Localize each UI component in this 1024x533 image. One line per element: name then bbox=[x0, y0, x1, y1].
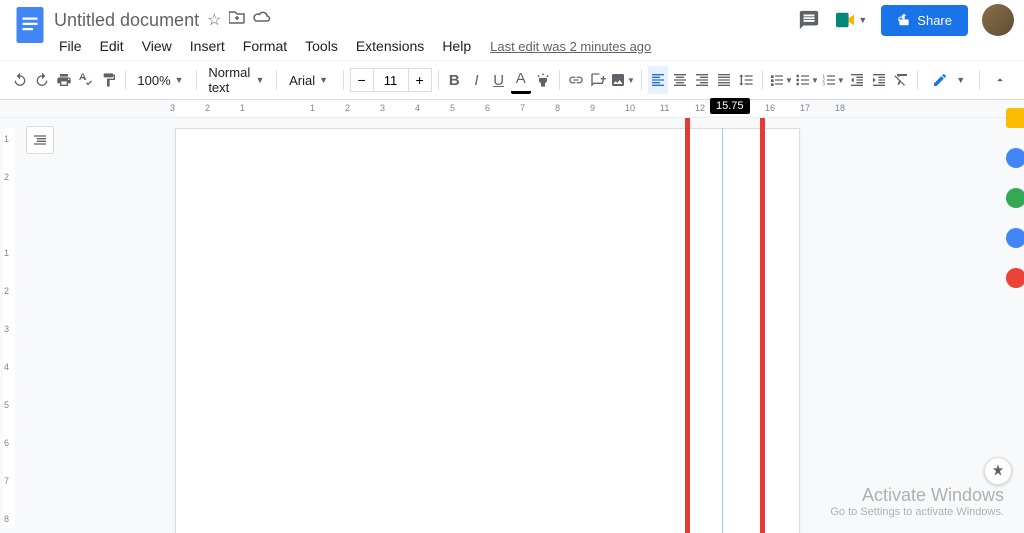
share-label: Share bbox=[917, 13, 952, 28]
meet-button[interactable]: ▼ bbox=[834, 11, 867, 29]
underline-icon[interactable]: U bbox=[489, 66, 509, 94]
margin-drag-line[interactable] bbox=[722, 128, 723, 533]
document-title[interactable]: Untitled document bbox=[54, 10, 199, 31]
align-justify-icon[interactable] bbox=[714, 66, 734, 94]
tasks-icon[interactable] bbox=[1006, 188, 1024, 208]
line-spacing-icon[interactable] bbox=[736, 66, 756, 94]
move-icon[interactable] bbox=[229, 10, 245, 30]
indent-increase-icon[interactable] bbox=[869, 66, 889, 94]
last-edit-link[interactable]: Last edit was 2 minutes ago bbox=[490, 39, 651, 54]
menu-help[interactable]: Help bbox=[435, 36, 478, 56]
menu-view[interactable]: View bbox=[135, 36, 179, 56]
keep-icon[interactable] bbox=[1006, 148, 1024, 168]
comment-add-icon[interactable] bbox=[588, 66, 608, 94]
vertical-ruler[interactable]: 1 2 1 2 3 4 5 6 7 8 bbox=[0, 118, 18, 533]
menu-tools[interactable]: Tools bbox=[298, 36, 345, 56]
undo-icon[interactable] bbox=[10, 66, 30, 94]
font-size-stepper[interactable]: − 11 + bbox=[350, 68, 432, 92]
docs-logo[interactable] bbox=[10, 5, 50, 45]
bold-icon[interactable]: B bbox=[444, 66, 464, 94]
image-icon[interactable]: ▼ bbox=[610, 66, 635, 94]
menu-extensions[interactable]: Extensions bbox=[349, 36, 431, 56]
indent-decrease-icon[interactable] bbox=[847, 66, 867, 94]
star-icon[interactable]: ☆ bbox=[207, 10, 221, 30]
avatar[interactable] bbox=[982, 4, 1014, 36]
zoom-select[interactable]: 100%▼ bbox=[131, 66, 189, 94]
contacts-icon[interactable] bbox=[1006, 228, 1024, 248]
explore-button[interactable] bbox=[984, 457, 1012, 485]
font-size-value[interactable]: 11 bbox=[374, 68, 408, 92]
side-panel bbox=[1008, 98, 1024, 498]
windows-watermark: Activate Windows Go to Settings to activ… bbox=[830, 485, 1004, 518]
paint-format-icon[interactable] bbox=[99, 66, 119, 94]
align-right-icon[interactable] bbox=[692, 66, 712, 94]
link-icon[interactable] bbox=[566, 66, 586, 94]
align-left-icon[interactable] bbox=[648, 66, 668, 94]
document-page[interactable] bbox=[175, 128, 800, 533]
svg-text:3: 3 bbox=[822, 81, 825, 86]
menu-insert[interactable]: Insert bbox=[183, 36, 232, 56]
horizontal-ruler[interactable]: 15.75 3 2 1 1 2 3 4 5 6 7 8 9 10 11 12 1… bbox=[0, 100, 1024, 118]
clear-format-icon[interactable] bbox=[891, 66, 911, 94]
share-button[interactable]: Share bbox=[881, 5, 968, 36]
collapse-icon[interactable] bbox=[986, 66, 1014, 94]
italic-icon[interactable]: I bbox=[466, 66, 486, 94]
text-color-icon[interactable]: A bbox=[511, 66, 531, 94]
font-size-plus[interactable]: + bbox=[408, 68, 432, 92]
outline-toggle-button[interactable] bbox=[26, 126, 54, 154]
checklist-icon[interactable]: ▼ bbox=[769, 66, 793, 94]
numbered-list-icon[interactable]: 123▼ bbox=[821, 66, 845, 94]
cloud-icon[interactable] bbox=[253, 10, 271, 30]
menu-file[interactable]: File bbox=[52, 36, 89, 56]
comments-icon[interactable] bbox=[798, 9, 820, 31]
font-size-minus[interactable]: − bbox=[350, 68, 374, 92]
style-select[interactable]: Normal text▼ bbox=[202, 66, 270, 94]
print-icon[interactable] bbox=[54, 66, 74, 94]
menu-edit[interactable]: Edit bbox=[93, 36, 131, 56]
maps-icon[interactable] bbox=[1006, 268, 1024, 288]
menu-format[interactable]: Format bbox=[236, 36, 294, 56]
calendar-icon[interactable] bbox=[1006, 108, 1024, 128]
font-select[interactable]: Arial▼ bbox=[283, 66, 337, 94]
editing-mode-button[interactable]: ▼ bbox=[924, 68, 973, 92]
margin-tooltip: 15.75 bbox=[710, 98, 750, 114]
align-center-icon[interactable] bbox=[670, 66, 690, 94]
redo-icon[interactable] bbox=[32, 66, 52, 94]
spellcheck-icon[interactable] bbox=[76, 66, 96, 94]
highlight-icon[interactable] bbox=[533, 66, 553, 94]
bullet-list-icon[interactable]: ▼ bbox=[795, 66, 819, 94]
